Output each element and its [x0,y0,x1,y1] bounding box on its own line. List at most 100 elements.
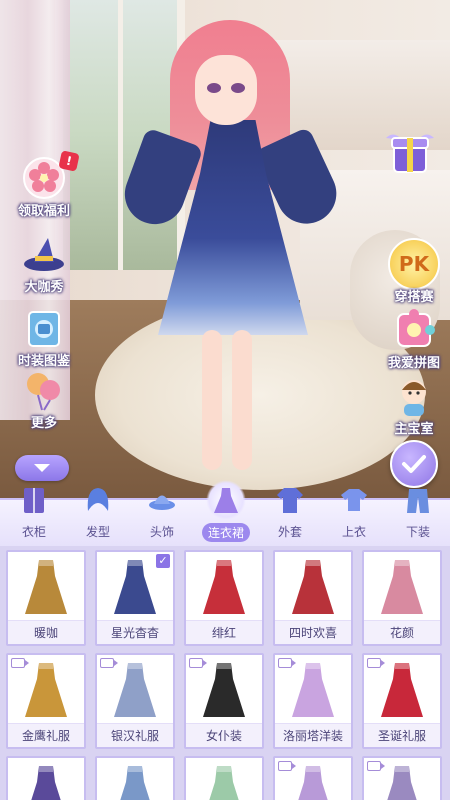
tab-wardrobe[interactable]: 衣柜 [2,480,66,548]
item-card[interactable] [362,756,442,800]
dress-thumbnail-icon [120,766,150,800]
item-name: 绯红 [186,620,262,644]
tab-top[interactable]: 上衣 [322,480,386,548]
clothing-book-icon [18,302,70,354]
dress-thumbnail-icon [381,663,423,717]
item-thumbnail [8,552,84,620]
headwear-icon [142,480,182,520]
avatar-character[interactable] [116,10,347,480]
gift-box-icon [386,134,434,173]
video-camera-icon [278,761,296,771]
dress-thumbnail-icon [203,560,245,614]
right-menu-pk[interactable]: PK 穿搭赛 [374,238,450,305]
tab-dress[interactable]: 连衣裙 [194,480,258,548]
item-name: 暖咖 [8,620,84,644]
dress-thumbnail-icon [25,663,67,717]
video-camera-icon [367,658,385,668]
tab-label: 下装 [405,525,430,539]
tab-label: 上衣 [341,525,366,539]
tab-label: 连衣裙 [201,523,250,542]
wardrobe-icon [14,480,54,520]
category-tab-bar: 衣柜 发型 头饰 连衣裙 外套 上衣 下装 [0,480,450,546]
tab-headwear[interactable]: 头饰 [130,480,194,548]
dress-thumbnail-icon [114,663,156,717]
video-camera-icon [100,658,118,668]
dress-thumbnail-icon [292,560,334,614]
tab-hair[interactable]: 发型 [66,480,130,548]
tab-label: 衣柜 [21,525,46,539]
item-name: 花颜 [364,620,440,644]
item-thumbnail [275,552,351,620]
character-leg-left [202,330,222,470]
notification-badge: ! [58,150,80,172]
item-card[interactable]: 银汉礼服 [95,653,175,749]
chevron-down-icon [34,464,50,472]
gift-box-button[interactable] [380,120,440,180]
tab-label: 头饰 [149,525,174,539]
item-card[interactable] [6,756,86,800]
puzzle-icon [388,304,440,356]
item-name: 星光杳杳 [97,620,173,644]
item-card[interactable]: 绯红 [184,550,264,646]
checkmark-icon [402,455,426,473]
eye-right [231,83,245,93]
item-thumbnail [8,758,84,800]
baby-icon [388,370,440,422]
item-card[interactable]: 金鹰礼服 [6,653,86,749]
video-camera-icon [367,761,385,771]
item-thumbnail [364,552,440,620]
pk-icon: PK [388,238,440,290]
collapse-menu-button[interactable] [15,455,69,481]
right-menu-label: 穿搭赛 [394,290,434,305]
item-card[interactable]: ✓ 星光杳杳 [95,550,175,646]
witch-hat-icon [18,228,70,280]
dress-thumbnail-icon [209,766,239,800]
dress-thumbnail-icon [114,560,156,614]
pk-icon-text: PK [398,252,430,276]
left-menu-label: 领取福利 [17,204,70,219]
character-face [195,55,257,125]
right-menu-label: 主宝室 [394,422,434,437]
tab-coat[interactable]: 外套 [258,480,322,548]
item-card[interactable] [184,756,264,800]
pants-icon [398,480,438,520]
item-grid-panel: 暖咖 ✓ 星光杳杳 绯红 四时欢喜 花颜金鹰礼服 银汉礼服 女仆装 洛丽塔洋装 圣诞礼服 [0,546,450,800]
item-card[interactable]: 圣诞礼服 [362,653,442,749]
coat-icon [270,480,310,520]
eye-left [207,83,221,93]
item-name: 银汉礼服 [97,723,173,747]
dress-thumbnail-icon [31,766,61,800]
right-menu-puzzle[interactable]: 我爱拼图 [374,304,450,371]
tab-label: 发型 [85,525,110,539]
item-card[interactable]: 暖咖 [6,550,86,646]
tab-bottom[interactable]: 下装 [386,480,450,548]
item-name: 洛丽塔洋装 [275,723,351,747]
item-card[interactable]: 四时欢喜 [273,550,353,646]
dress-icon [206,480,246,520]
left-menu-label: 更多 [30,416,57,431]
video-camera-icon [189,658,207,668]
video-camera-icon [278,658,296,668]
right-menu-baby[interactable]: 主宝室 [374,370,450,437]
item-thumbnail [97,758,173,800]
left-menu-more[interactable]: 更多 [4,364,84,431]
item-card[interactable]: 洛丽塔洋装 [273,653,353,749]
shirt-icon [334,480,374,520]
item-card[interactable] [95,756,175,800]
dress-thumbnail-icon [292,663,334,717]
item-name: 女仆装 [186,723,262,747]
hair-icon [78,480,118,520]
item-name: 四时欢喜 [275,620,351,644]
left-menu-showcase[interactable]: 大咖秀 [4,228,84,295]
item-grid: 暖咖 ✓ 星光杳杳 绯红 四时欢喜 花颜金鹰礼服 银汉礼服 女仆装 洛丽塔洋装 圣诞礼服 [6,550,444,800]
left-menu-welfare[interactable]: ! 领取福利 [4,150,84,219]
balloon-icon [18,364,70,416]
character-leg-right [232,330,252,470]
video-camera-icon [11,658,29,668]
item-card[interactable] [273,756,353,800]
item-card[interactable]: 女仆装 [184,653,264,749]
item-card[interactable]: 花颜 [362,550,442,646]
left-menu-catalog[interactable]: 时装图鉴 [4,302,84,369]
dress-thumbnail-icon [381,560,423,614]
tab-label: 外套 [277,525,302,539]
